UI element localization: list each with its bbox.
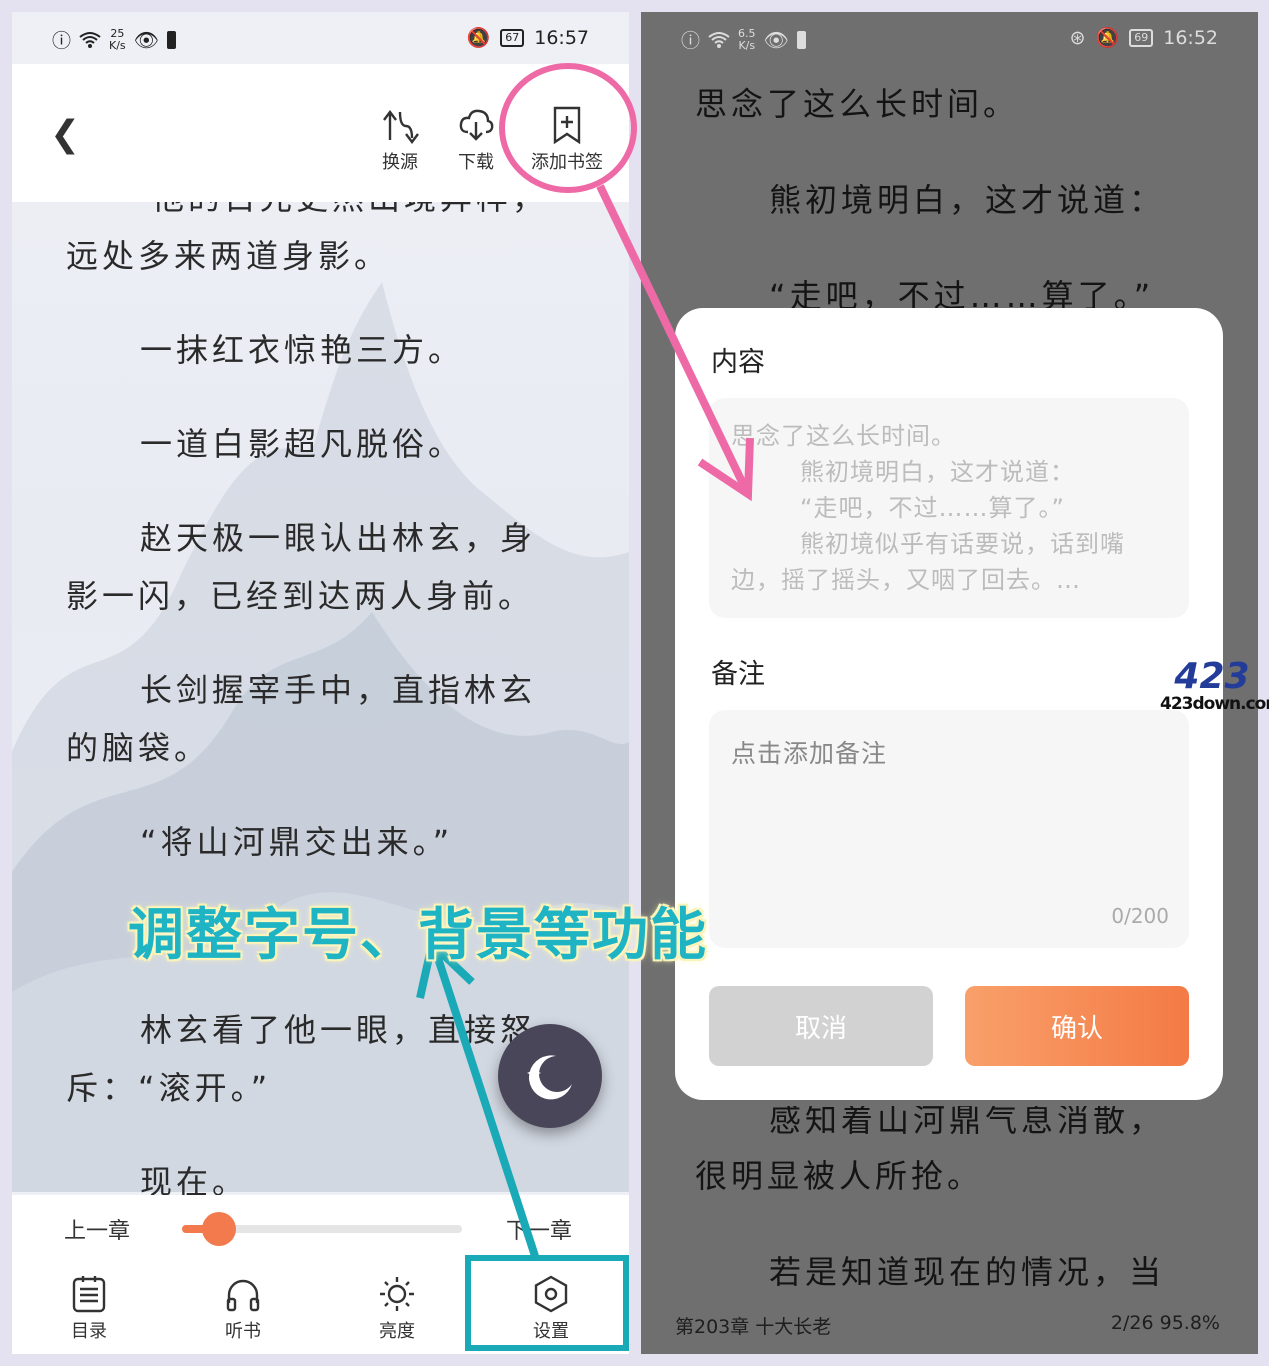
text-line: 思念了这么长时间。 — [695, 85, 1020, 123]
text-line: 一道白影超凡脱俗。 — [140, 425, 465, 463]
status-bar: ⓘ 25 K/s 👁 🔕 67 16:57 — [12, 12, 629, 64]
reader-bottom-panel: 上一章 下一章 目录 听书 亮度 设置 — [12, 1195, 629, 1354]
listen-label: 听书 — [225, 1321, 261, 1342]
battery-saver-icon — [167, 30, 177, 49]
network-speed: 6.5 K/s — [738, 26, 756, 52]
prev-chapter-button[interactable]: 上一章 — [64, 1213, 130, 1245]
feature-caption: 调整字号、背景等功能 — [128, 903, 708, 968]
toc-button[interactable]: 目录 — [39, 1275, 139, 1343]
sun-icon — [380, 1277, 414, 1311]
status-bar: ⓘ 6.5 K/s 👁 ⊛ 🔕 69 16:52 — [641, 12, 1258, 64]
chapter-progress-slider[interactable] — [182, 1212, 462, 1246]
char-counter: 0/200 — [1111, 904, 1169, 928]
settings-label: 设置 — [533, 1321, 569, 1342]
chapter-footer: 第203章 十大长老 — [675, 1316, 832, 1338]
brightness-button[interactable]: 亮度 — [347, 1275, 447, 1343]
wifi-icon — [79, 31, 101, 48]
text-line: 若是知道现在的情况，当 — [769, 1253, 1166, 1291]
text-line: 林玄看了他一眼，直接怒 — [140, 1011, 537, 1049]
cancel-button[interactable]: 取消 — [709, 986, 933, 1066]
alert-icon: ⓘ — [52, 30, 72, 52]
change-source-label: 换源 — [382, 152, 418, 173]
text-line: 赵天极一眼认出林玄，身 — [140, 519, 537, 557]
battery-saver-icon — [796, 30, 806, 49]
battery-level: 69 — [1129, 28, 1154, 47]
text-line: 熊初境明白，这才说道： — [769, 181, 1166, 219]
listen-button[interactable]: 听书 — [193, 1275, 293, 1343]
clock: 16:52 — [1163, 26, 1218, 49]
note-input[interactable]: 点击添加备注 0/200 — [709, 710, 1189, 948]
text-line: 影一闪，已经到达两人身前。 — [66, 577, 535, 615]
slider-knob[interactable] — [202, 1212, 236, 1246]
battery-level: 67 — [500, 28, 525, 47]
text-line: 斥：“滚开。” — [66, 1069, 272, 1107]
text-line: 长剑握宰手中，直指林玄 — [140, 671, 537, 709]
page-progress: 2/26 95.8% — [1110, 1312, 1220, 1334]
night-mode-button[interactable] — [498, 1024, 602, 1128]
cloud-download-icon — [459, 109, 494, 141]
confirm-button[interactable]: 确认 — [965, 986, 1189, 1066]
note-label: 备注 — [711, 659, 765, 690]
content-label: 内容 — [711, 347, 765, 378]
hexagon-settings-icon — [534, 1275, 568, 1313]
watermark-site: 423down.com — [1160, 694, 1269, 714]
list-icon — [72, 1276, 106, 1313]
add-bookmark-dialog: 内容 思念了这么长时间。 熊初境明白，这才说道： “走吧，不过……算了。” 熊初… — [675, 308, 1223, 1100]
download-label: 下载 — [458, 152, 494, 173]
site-watermark: 423 423down.com — [1160, 656, 1269, 715]
text-line: 一抹红衣惊艳三方。 — [140, 331, 465, 369]
settings-button[interactable]: 设置 — [501, 1275, 601, 1343]
reader-top-toolbar: ❮ 换源 下载 添加书签 — [12, 64, 629, 202]
next-chapter-button[interactable]: 下一章 — [506, 1213, 572, 1245]
wifi-icon — [708, 31, 730, 48]
change-source-button[interactable]: 换源 — [370, 104, 430, 174]
download-button[interactable]: 下载 — [446, 104, 506, 174]
left-phone-screen: ⓘ 25K/s 👁 🔕 67 16:57 他的目光更然山境异样， 远处多来两道身… — [12, 12, 629, 1354]
network-speed: 25 K/s — [109, 26, 126, 52]
mute-bell-icon: 🔕 — [466, 27, 491, 49]
text-line: 远处多来两道身影。 — [66, 237, 391, 275]
back-button[interactable]: ❮ — [50, 114, 80, 155]
text-line: 感知着山河鼎气息消散， — [769, 1101, 1166, 1139]
watermark-logo: 423 — [1174, 656, 1250, 697]
bluetooth-icon: ⊛ — [1069, 26, 1086, 49]
alert-icon: ⓘ — [681, 30, 701, 52]
add-bookmark-button[interactable]: 添加书签 — [522, 104, 612, 174]
eye-icon: 👁 — [763, 27, 789, 52]
brightness-label: 亮度 — [379, 1321, 415, 1342]
clock: 16:57 — [534, 26, 589, 49]
text-line: 很明显被人所抢。 — [695, 1157, 984, 1195]
eye-icon: 👁 — [133, 27, 160, 52]
bookmark-content-box: 思念了这么长时间。 熊初境明白，这才说道： “走吧，不过……算了。” 熊初境似乎… — [709, 398, 1189, 618]
moon-icon — [527, 1055, 572, 1100]
text-line: “将山河鼎交出来。” — [140, 823, 454, 861]
bookmark-content-text: 思念了这么长时间。 熊初境明白，这才说道： “走吧，不过……算了。” 熊初境似乎… — [731, 422, 1126, 594]
add-bookmark-label: 添加书签 — [531, 152, 603, 173]
toc-label: 目录 — [71, 1321, 107, 1342]
headphones-icon — [226, 1279, 260, 1312]
text-line: 的脑袋。 — [66, 729, 211, 767]
note-placeholder: 点击添加备注 — [731, 739, 888, 768]
bookmark-add-icon — [553, 106, 581, 145]
mute-bell-icon: 🔕 — [1095, 27, 1120, 49]
swap-arrows-icon — [383, 110, 419, 144]
